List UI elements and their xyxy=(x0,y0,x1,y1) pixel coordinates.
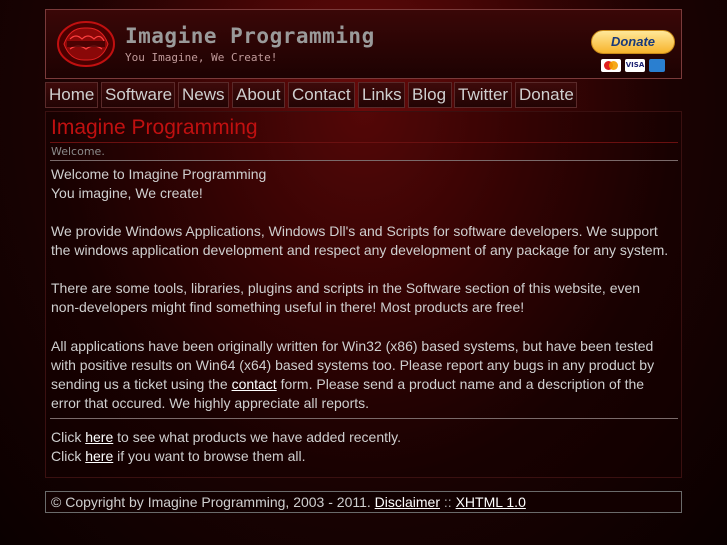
intro-line-1: Welcome to Imagine Programming xyxy=(51,166,267,182)
copyright-text: © Copyright by Imagine Programming, 2003… xyxy=(51,494,371,510)
site-tagline: You Imagine, We Create! xyxy=(125,51,278,64)
recent-products-line: Click here to see what products we have … xyxy=(51,428,671,447)
nav-item-twitter[interactable]: Twitter xyxy=(454,82,512,108)
page-title: Imagine Programming xyxy=(51,116,258,139)
disclaimer-link[interactable]: Disclaimer xyxy=(375,494,440,510)
site-footer: © Copyright by Imagine Programming, 2003… xyxy=(45,491,682,513)
browse-products-link[interactable]: here xyxy=(85,448,113,464)
page-subtitle: Welcome. xyxy=(50,144,678,161)
amex-card-icon xyxy=(649,59,665,72)
nav-item-contact[interactable]: Contact xyxy=(288,82,355,108)
recent-text-before: Click xyxy=(51,429,86,445)
site-title: Imagine Programming xyxy=(125,24,375,48)
contact-link[interactable]: contact xyxy=(232,376,277,392)
recent-text-after: to see what products we have added recen… xyxy=(113,429,401,445)
title-divider xyxy=(50,142,678,143)
xhtml-validator-link[interactable]: XHTML 1.0 xyxy=(456,494,526,510)
nav-item-about[interactable]: About xyxy=(232,82,285,108)
paypal-donate-button[interactable]: Donate xyxy=(591,30,675,54)
paragraph-services: We provide Windows Applications, Windows… xyxy=(51,223,669,258)
content-divider xyxy=(50,418,678,419)
intro-line-2: You imagine, We create! xyxy=(51,185,203,201)
nav-item-blog[interactable]: Blog xyxy=(408,82,452,108)
recent-products-link[interactable]: here xyxy=(85,429,113,445)
main-content: Imagine Programming Welcome. Welcome to … xyxy=(45,111,682,478)
nav-item-links[interactable]: Links xyxy=(358,82,405,108)
brain-logo-icon[interactable] xyxy=(56,19,116,69)
nav-item-news[interactable]: News xyxy=(178,82,229,108)
browse-text-after: if you want to browse them all. xyxy=(113,448,306,464)
paragraph-platforms: All applications have been originally wr… xyxy=(51,337,671,413)
nav-item-donate[interactable]: Donate xyxy=(515,82,577,108)
nav-item-home[interactable]: Home xyxy=(45,82,98,108)
nav-item-software[interactable]: Software xyxy=(101,82,175,108)
footer-separator: :: xyxy=(443,494,452,510)
browse-products-line: Click here if you want to browse them al… xyxy=(51,447,671,466)
visa-card-icon: VISA xyxy=(625,59,645,72)
site-header: Imagine Programming You Imagine, We Crea… xyxy=(45,9,682,79)
mastercard-icon xyxy=(601,59,621,72)
paragraph-software: There are some tools, libraries, plugins… xyxy=(51,280,641,315)
browse-text-before: Click xyxy=(51,448,86,464)
